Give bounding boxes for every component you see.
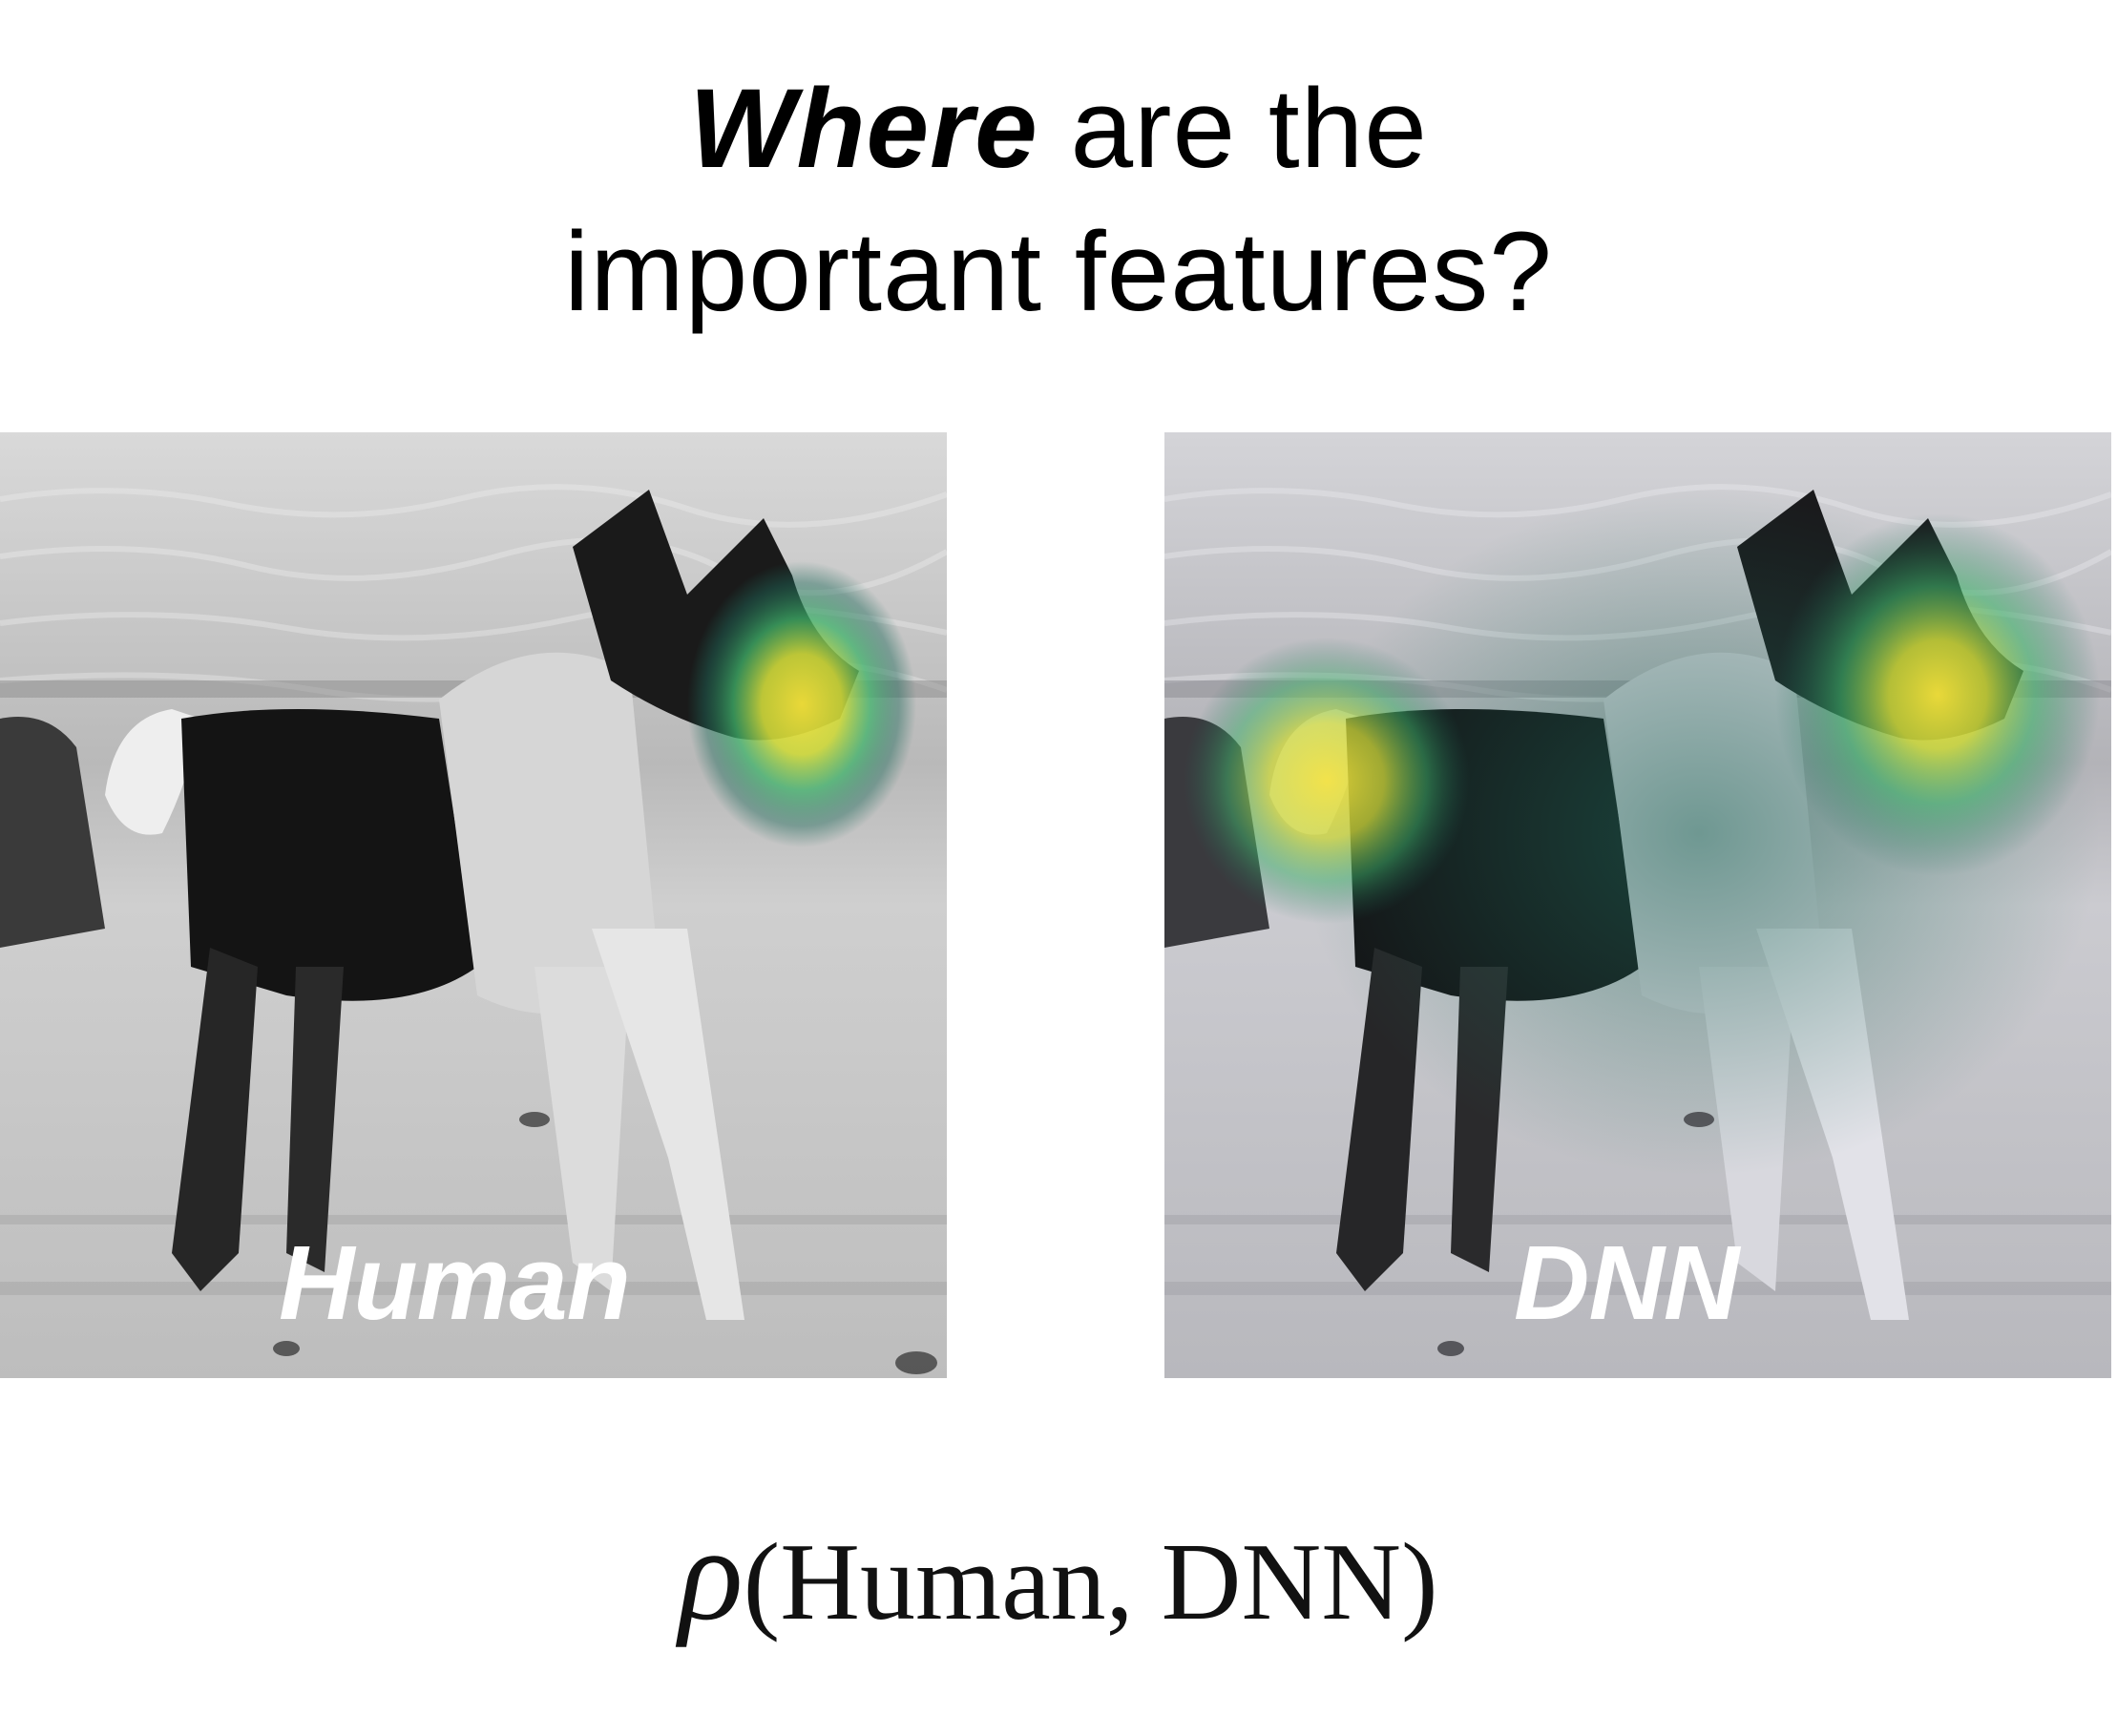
human-label: Human xyxy=(279,1224,631,1342)
page-title: Where are the important features? xyxy=(0,57,2117,344)
title-line-1-rest: are the xyxy=(1038,66,1428,192)
formula-arguments: (Human, DNN) xyxy=(743,1521,1438,1643)
title-emphasis: Where xyxy=(689,66,1038,192)
title-line-2: important features? xyxy=(564,209,1553,335)
rho-symbol: ρ xyxy=(679,1500,744,1648)
dnn-heatmap-panel: DNN xyxy=(1164,432,2111,1378)
correlation-formula: ρ(Human, DNN) xyxy=(0,1508,2117,1649)
human-heatmap-panel: Human xyxy=(0,432,947,1378)
title-line-1: Where are the xyxy=(0,57,2117,200)
dnn-label: DNN xyxy=(1514,1224,1739,1342)
